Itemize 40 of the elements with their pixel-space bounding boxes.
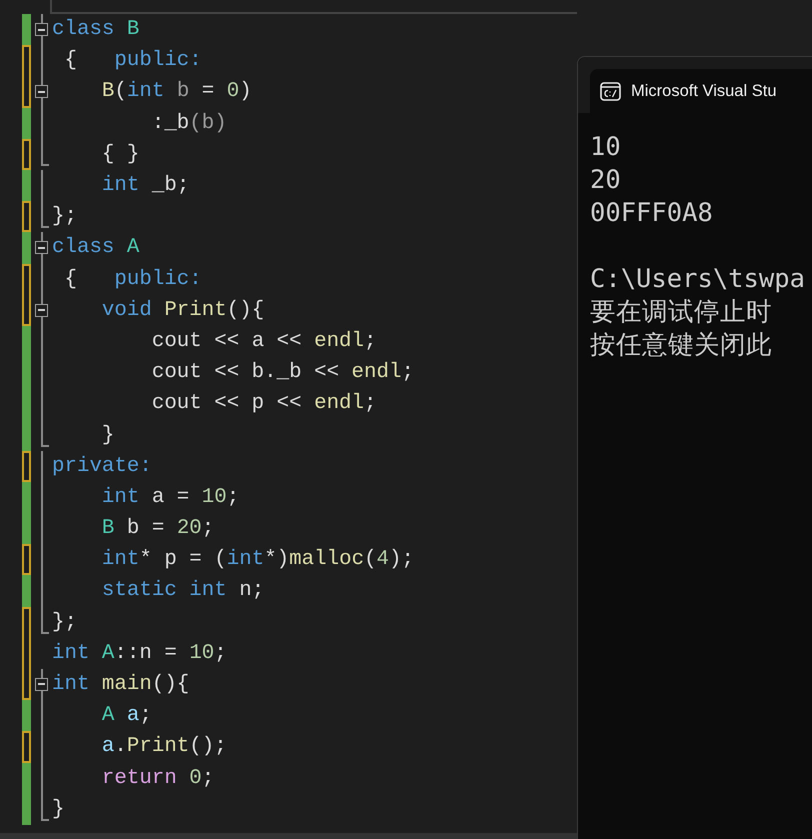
- code-line: { public:: [63, 49, 202, 72]
- code-line: void Print(){: [100, 298, 264, 322]
- code-line: { public:: [63, 268, 202, 291]
- code-line: cout << p << endl;: [150, 392, 376, 416]
- code-line: return 0;: [100, 766, 214, 790]
- code-line: int a = 10;: [100, 486, 240, 509]
- code-line: int* p = (int*)malloc(4);: [100, 548, 414, 572]
- code-line: int _b;: [100, 174, 190, 198]
- console-output-line: 00FFF0A8: [590, 197, 714, 230]
- code-line: };: [51, 610, 77, 634]
- code-line: class B: [51, 18, 140, 42]
- collapse-button[interactable]: [35, 85, 48, 98]
- code-line: A a;: [100, 704, 152, 728]
- code-line: { }: [100, 142, 140, 166]
- collapse-button[interactable]: [35, 304, 48, 317]
- code-line: B b = 20;: [100, 517, 214, 540]
- console-icon: [600, 82, 621, 100]
- code-line: }: [100, 424, 114, 447]
- code-line: a.Print();: [100, 735, 227, 758]
- code-line: :_b(b): [150, 112, 227, 135]
- console-output-line: 10: [590, 131, 622, 164]
- code-line: int A::n = 10;: [51, 642, 227, 665]
- console-tab[interactable]: Microsoft Visual Stu: [590, 69, 812, 113]
- collapse-button[interactable]: [35, 23, 48, 36]
- code-line: };: [51, 205, 77, 228]
- window-title: Microsoft Visual Stu: [631, 82, 777, 100]
- collapse-button[interactable]: [35, 678, 48, 691]
- console-output-line: 按任意键关闭此: [590, 329, 773, 362]
- code-line: cout << b._b << endl;: [150, 361, 414, 384]
- console-output-line: 要在调试停止时: [590, 296, 773, 329]
- console-output-line: C:\Users\tswpa: [590, 263, 806, 296]
- collapse-button[interactable]: [35, 241, 48, 254]
- code-line: static int n;: [100, 579, 264, 602]
- console-output-line: 20: [590, 164, 622, 197]
- code-line: private:: [51, 454, 152, 478]
- code-line: cout << a << endl;: [150, 330, 376, 353]
- code-line: }: [51, 798, 64, 821]
- code-line: B(int b = 0): [100, 80, 252, 104]
- code-line: class A: [51, 236, 140, 260]
- code-line: int main(){: [51, 673, 190, 696]
